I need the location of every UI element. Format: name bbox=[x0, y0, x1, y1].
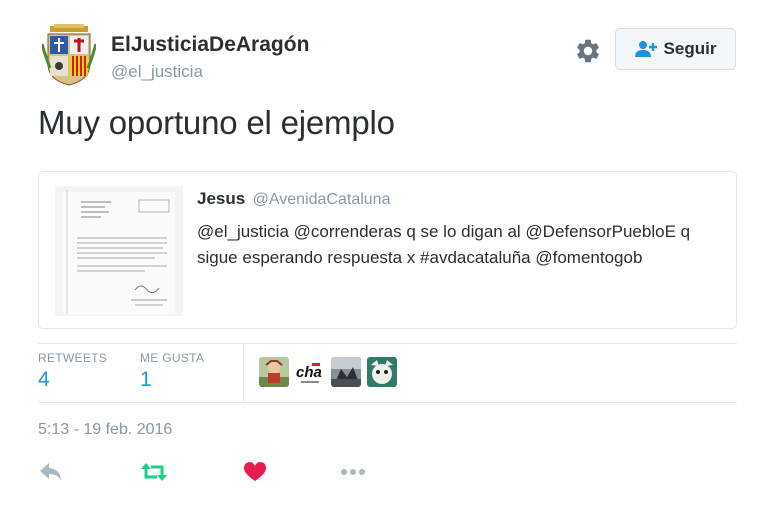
quoted-tweet-author[interactable]: Jesus @AvenidaCataluna bbox=[197, 189, 390, 209]
liker-avatar-character[interactable] bbox=[367, 357, 397, 387]
stats-top-divider bbox=[38, 343, 737, 344]
liker-avatar-cartoon[interactable] bbox=[259, 357, 289, 387]
quoted-tweet-card[interactable]: Jesus @AvenidaCataluna @el_justicia @cor… bbox=[38, 171, 737, 329]
quoted-tweet-text: @el_justicia @correnderas q se lo digan … bbox=[197, 222, 691, 267]
author-avatar[interactable] bbox=[40, 24, 98, 86]
retweets-count[interactable]: 4 bbox=[38, 368, 50, 392]
author-display-name[interactable]: ElJusticiaDeAragón bbox=[111, 33, 309, 57]
aragon-coat-of-arms-icon bbox=[40, 24, 98, 86]
stats-bottom-divider bbox=[38, 402, 737, 403]
author-handle[interactable]: @el_justicia bbox=[111, 62, 203, 82]
likes-count[interactable]: 1 bbox=[140, 368, 152, 392]
more-icon[interactable] bbox=[338, 459, 368, 485]
gear-icon[interactable] bbox=[574, 37, 602, 65]
liker-avatar-photo[interactable] bbox=[331, 357, 361, 387]
retweets-label: RETWEETS bbox=[38, 351, 108, 365]
tweet-text: Muy oportuno el ejemplo bbox=[38, 104, 395, 141]
liker-avatar-cha-logo[interactable]: cha bbox=[295, 357, 325, 387]
follow-button[interactable]: Seguir bbox=[615, 28, 736, 70]
heart-icon[interactable] bbox=[240, 459, 270, 485]
follow-button-label: Seguir bbox=[663, 39, 717, 58]
document-thumbnail-image[interactable] bbox=[55, 186, 183, 316]
svg-text:cha: cha bbox=[296, 364, 322, 381]
quoted-author-name: Jesus bbox=[197, 189, 246, 208]
reply-icon[interactable] bbox=[37, 459, 67, 485]
tweet-timestamp[interactable]: 5:13 - 19 feb. 2016 bbox=[38, 421, 172, 439]
add-user-icon bbox=[634, 41, 657, 57]
retweet-icon[interactable] bbox=[139, 459, 169, 485]
quoted-author-handle: @AvenidaCataluna bbox=[252, 191, 391, 208]
stats-vertical-divider bbox=[243, 345, 244, 402]
likes-label: ME GUSTA bbox=[140, 351, 205, 365]
